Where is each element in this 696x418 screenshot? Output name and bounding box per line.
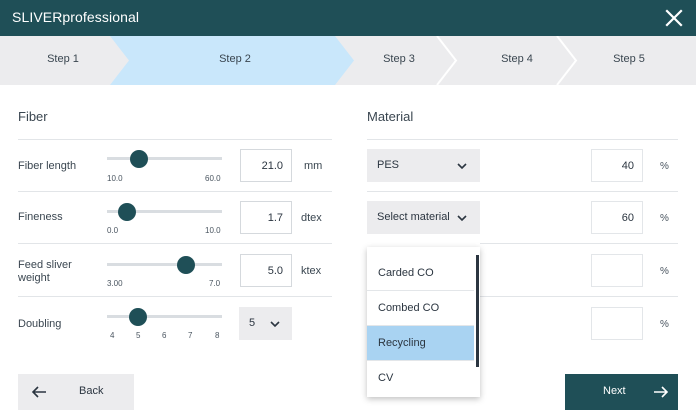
percent-unit: %: [660, 161, 669, 172]
slider-min-label: 10.0: [107, 174, 123, 183]
next-button-label: Next: [603, 385, 626, 397]
close-icon[interactable]: [662, 6, 686, 30]
material-percent-1[interactable]: 40: [591, 149, 643, 182]
slider-max-label: 10.0: [205, 226, 221, 235]
feed-sliver-weight-label: Feed sliver weight: [18, 259, 72, 284]
material-select-1[interactable]: PES: [367, 149, 480, 182]
doubling-tick: 8: [215, 331, 220, 340]
doubling-tick: 6: [162, 331, 167, 340]
step-divider: [556, 36, 578, 85]
option-cv[interactable]: CV: [367, 361, 474, 395]
material-select-2[interactable]: Select material: [367, 201, 480, 234]
material-section-title: Material: [367, 109, 414, 124]
doubling-tick: 5: [136, 331, 141, 340]
tab-step-3[interactable]: Step 3: [383, 53, 415, 65]
percent-unit: %: [660, 266, 669, 277]
doubling-tick: 7: [188, 331, 193, 340]
tab-step-2[interactable]: Step 2: [219, 53, 251, 65]
chevron-down-icon: [457, 215, 467, 222]
fineness-slider-thumb[interactable]: [118, 203, 136, 221]
material-percent-4[interactable]: [591, 307, 643, 340]
doubling-slider-thumb[interactable]: [129, 308, 147, 326]
divider: [18, 191, 332, 192]
tab-step-4[interactable]: Step 4: [501, 53, 533, 65]
feed-sliver-weight-unit: ktex: [301, 265, 322, 277]
divider: [367, 191, 678, 192]
step-divider: [436, 36, 458, 85]
tab-step-1[interactable]: Step 1: [47, 53, 79, 65]
percent-unit: %: [660, 213, 669, 224]
material-dropdown-menu: Carded CO Combed CO Recycling CV: [367, 247, 480, 397]
feed-sliver-weight-input[interactable]: 5.0: [240, 254, 292, 287]
fiber-section-title: Fiber: [18, 109, 48, 124]
chevron-down-icon: [457, 163, 467, 170]
title-bar: SLIVERprofessional: [0, 0, 696, 36]
app-title: SLIVERprofessional: [12, 9, 140, 25]
material-percent-3[interactable]: [591, 254, 643, 287]
option-recycling[interactable]: Recycling: [367, 326, 474, 360]
back-button-label: Back: [79, 385, 104, 397]
material-select-1-value: PES: [377, 159, 400, 171]
slider-min-label: 0.0: [107, 226, 119, 235]
material-select-2-value: Select material: [377, 211, 450, 223]
fiber-length-label: Fiber length: [18, 160, 77, 172]
doubling-label: Doubling: [18, 318, 62, 330]
tab-step-5[interactable]: Step 5: [613, 53, 645, 65]
option-combed-co[interactable]: Combed CO: [367, 291, 474, 325]
divider: [18, 296, 332, 297]
doubling-slider[interactable]: [107, 315, 222, 318]
menu-scrollbar[interactable]: [476, 255, 479, 367]
slider-max-label: 7.0: [209, 279, 221, 288]
feed-sliver-weight-slider-thumb[interactable]: [177, 256, 195, 274]
option-carded-co[interactable]: Carded CO: [367, 256, 474, 290]
material-percent-2[interactable]: 60: [591, 201, 643, 234]
doubling-select[interactable]: 5: [239, 307, 292, 340]
step-wizard: Step 1 Step 2 Step 3 Step 4 Step 5: [0, 36, 696, 85]
fiber-length-unit: mm: [304, 160, 323, 172]
divider: [18, 139, 332, 140]
chevron-down-icon: [270, 321, 280, 328]
divider: [18, 243, 332, 244]
back-button[interactable]: Back: [18, 374, 134, 410]
fiber-length-slider-thumb[interactable]: [130, 150, 148, 168]
arrow-right-icon: [654, 386, 669, 398]
fineness-unit: dtex: [301, 212, 322, 224]
divider: [480, 243, 678, 244]
divider: [367, 139, 678, 140]
slider-min-label: 3.00: [107, 279, 123, 288]
feed-sliver-weight-slider[interactable]: [107, 263, 222, 266]
doubling-select-value: 5: [249, 317, 256, 329]
slider-max-label: 60.0: [205, 174, 221, 183]
step-chevrons: [110, 36, 578, 85]
fiber-length-slider[interactable]: [107, 157, 222, 160]
divider: [480, 296, 678, 297]
next-button[interactable]: Next: [565, 374, 678, 410]
percent-unit: %: [660, 319, 669, 330]
fineness-input[interactable]: 1.7: [240, 201, 292, 234]
fineness-label: Fineness: [18, 211, 63, 223]
fiber-length-input[interactable]: 21.0: [240, 149, 292, 182]
arrow-left-icon: [31, 386, 46, 398]
doubling-tick: 4: [110, 331, 115, 340]
